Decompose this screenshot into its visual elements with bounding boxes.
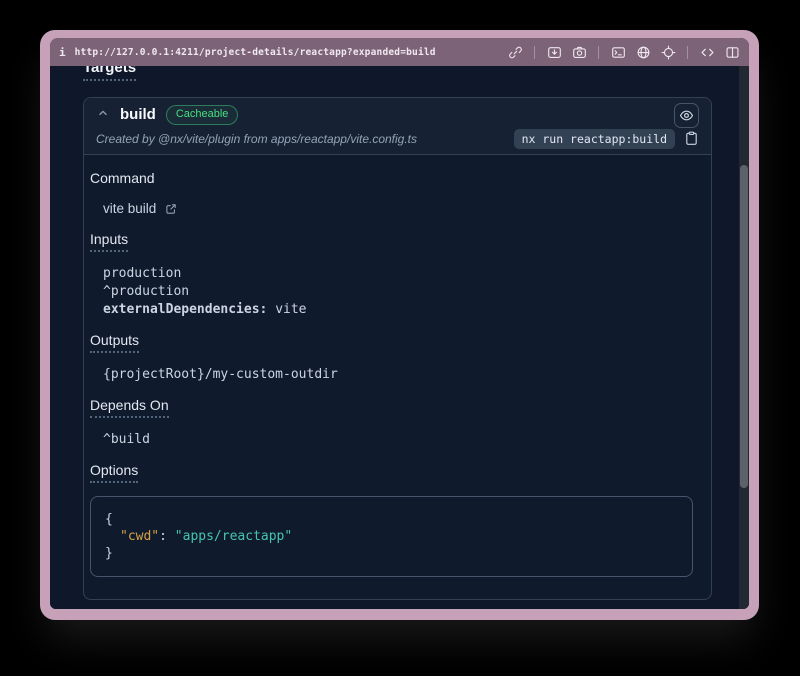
toolbar-divider bbox=[534, 46, 535, 59]
code-brackets-icon[interactable] bbox=[699, 44, 715, 60]
desktop-background: i http://127.0.0.1:4211/project-details/… bbox=[0, 0, 800, 676]
input-item: ^production bbox=[103, 283, 699, 301]
terminal-icon[interactable] bbox=[610, 44, 626, 60]
options-json-block: { "cwd": "apps/reactapp" } bbox=[90, 496, 693, 577]
page-viewport: Targets build Cacheable bbox=[50, 66, 749, 609]
toolbar-actions bbox=[507, 44, 740, 60]
cacheable-badge: Cacheable bbox=[166, 105, 239, 125]
crosshair-icon[interactable] bbox=[660, 44, 676, 60]
build-meta-row: Created by @nx/vite/plugin from apps/rea… bbox=[96, 129, 699, 148]
command-value-row: vite build bbox=[103, 200, 699, 218]
depends-on-list: ^build bbox=[103, 431, 699, 449]
targets-heading: Targets bbox=[83, 66, 739, 81]
options-heading: Options bbox=[90, 462, 699, 483]
toolbar-divider bbox=[687, 46, 688, 59]
chevron-up-icon[interactable] bbox=[96, 106, 110, 125]
build-card-header[interactable]: build Cacheable Created bbox=[84, 98, 711, 155]
globe-icon[interactable] bbox=[635, 44, 651, 60]
project-details-page: Targets build Cacheable bbox=[50, 66, 739, 609]
build-title-row: build Cacheable bbox=[96, 105, 699, 125]
run-command-chip[interactable]: nx run reactapp:build bbox=[514, 129, 675, 149]
eye-icon bbox=[679, 108, 694, 123]
camera-icon[interactable] bbox=[571, 44, 587, 60]
link-icon[interactable] bbox=[507, 44, 523, 60]
target-build-card: build Cacheable Created bbox=[83, 97, 712, 600]
created-by-text: Created by @nx/vite/plugin from apps/rea… bbox=[96, 132, 417, 146]
command-value: vite build bbox=[103, 200, 156, 218]
depends-on-item: ^build bbox=[103, 431, 699, 449]
outputs-heading: Outputs bbox=[90, 332, 699, 353]
browser-toolbar: i http://127.0.0.1:4211/project-details/… bbox=[50, 38, 749, 66]
screenshot-save-icon[interactable] bbox=[546, 44, 562, 60]
input-item: production bbox=[103, 265, 699, 283]
external-link-icon[interactable] bbox=[164, 202, 178, 216]
json-close-brace: } bbox=[105, 545, 678, 562]
view-in-graph-button[interactable] bbox=[674, 103, 699, 128]
info-icon: i bbox=[59, 46, 66, 59]
depends-on-heading: Depends On bbox=[90, 397, 699, 418]
input-item: externalDependencies: vite bbox=[103, 301, 699, 319]
outputs-list: {projectRoot}/my-custom-outdir bbox=[103, 366, 699, 384]
scrollbar[interactable] bbox=[739, 66, 749, 609]
url-text[interactable]: http://127.0.0.1:4211/project-details/re… bbox=[75, 47, 436, 58]
browser-inner: i http://127.0.0.1:4211/project-details/… bbox=[50, 38, 749, 609]
target-name: build bbox=[120, 105, 156, 125]
split-panel-icon[interactable] bbox=[724, 44, 740, 60]
inputs-list: production ^production externalDependenc… bbox=[103, 265, 699, 319]
command-heading: Command bbox=[90, 170, 699, 187]
json-cwd-line: "cwd": "apps/reactapp" bbox=[105, 528, 678, 545]
scrollbar-thumb[interactable] bbox=[740, 165, 748, 488]
output-item: {projectRoot}/my-custom-outdir bbox=[103, 366, 699, 384]
build-card-body: Command vite build bbox=[84, 155, 711, 599]
browser-preview-window: i http://127.0.0.1:4211/project-details/… bbox=[40, 30, 759, 620]
inputs-heading: Inputs bbox=[90, 231, 699, 252]
copy-icon[interactable] bbox=[684, 131, 699, 146]
json-open-brace: { bbox=[105, 511, 678, 528]
toolbar-divider bbox=[598, 46, 599, 59]
